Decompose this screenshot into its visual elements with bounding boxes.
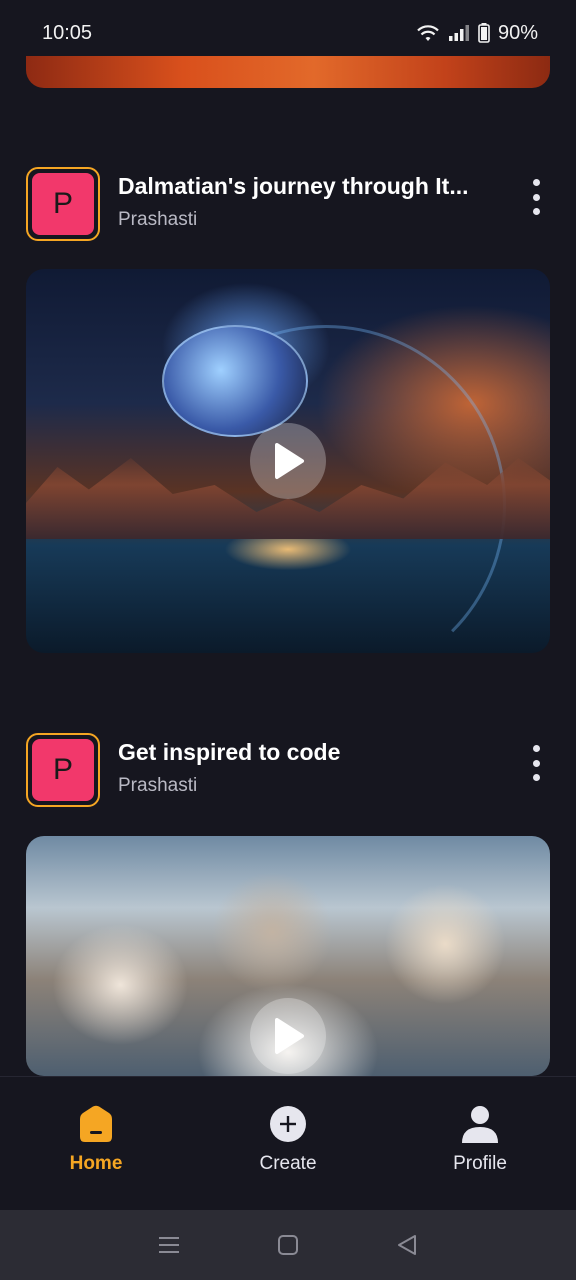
post-header: P Dalmatian's journey through It... Pras… — [26, 167, 550, 241]
signal-icon — [448, 25, 469, 41]
post-header: P Get inspired to code Prashasti — [26, 733, 550, 807]
dot-icon — [532, 774, 540, 781]
dot-icon — [532, 179, 540, 186]
nav-label: Create — [259, 1153, 317, 1174]
dot-icon — [532, 759, 540, 767]
post-video-thumbnail[interactable] — [26, 269, 550, 653]
dot-icon — [532, 193, 540, 201]
nav-label: Profile — [453, 1153, 507, 1174]
nav-profile[interactable]: Profile — [384, 1077, 576, 1210]
avatar-letter: P — [32, 173, 94, 235]
post-title[interactable]: Get inspired to code — [118, 739, 488, 766]
bottom-navigation: Home Create Profile — [0, 1076, 576, 1210]
recent-apps-icon[interactable] — [158, 1235, 180, 1255]
more-options-button[interactable] — [528, 179, 544, 215]
status-time: 10:05 — [42, 21, 93, 44]
back-icon[interactable] — [396, 1234, 418, 1256]
avatar-letter: P — [32, 739, 94, 801]
status-icons: 90% — [416, 22, 538, 45]
avatar[interactable]: P — [26, 167, 100, 241]
play-button[interactable] — [250, 423, 326, 499]
nav-create[interactable]: Create — [192, 1077, 384, 1210]
battery-icon — [478, 23, 490, 43]
dot-icon — [532, 208, 540, 215]
play-icon — [275, 1018, 304, 1054]
post-video-thumbnail[interactable] — [26, 836, 550, 1076]
more-options-button[interactable] — [528, 745, 544, 781]
system-navigation-bar — [0, 1210, 576, 1280]
battery-percent: 90% — [497, 21, 538, 44]
app-screen: 10:05 90% P Dalmatian's journey through … — [0, 0, 576, 1280]
previous-post-media[interactable] — [26, 56, 550, 88]
wifi-icon — [417, 25, 439, 41]
nav-label: Home — [69, 1153, 123, 1174]
post-author[interactable]: Prashasti — [118, 775, 197, 797]
play-button[interactable] — [250, 998, 326, 1074]
home-icon — [80, 1105, 112, 1142]
avatar[interactable]: P — [26, 733, 100, 807]
nav-home[interactable]: Home — [0, 1077, 192, 1210]
post-title[interactable]: Dalmatian's journey through It... — [118, 173, 488, 200]
play-icon — [275, 443, 304, 479]
dot-icon — [532, 745, 540, 752]
person-icon — [462, 1106, 498, 1143]
plus-circle-icon — [270, 1106, 306, 1142]
decorative-planet — [162, 325, 308, 437]
feed[interactable]: P Dalmatian's journey through It... Pras… — [0, 56, 576, 1076]
post-author[interactable]: Prashasti — [118, 209, 197, 231]
home-button-icon[interactable] — [277, 1234, 299, 1256]
